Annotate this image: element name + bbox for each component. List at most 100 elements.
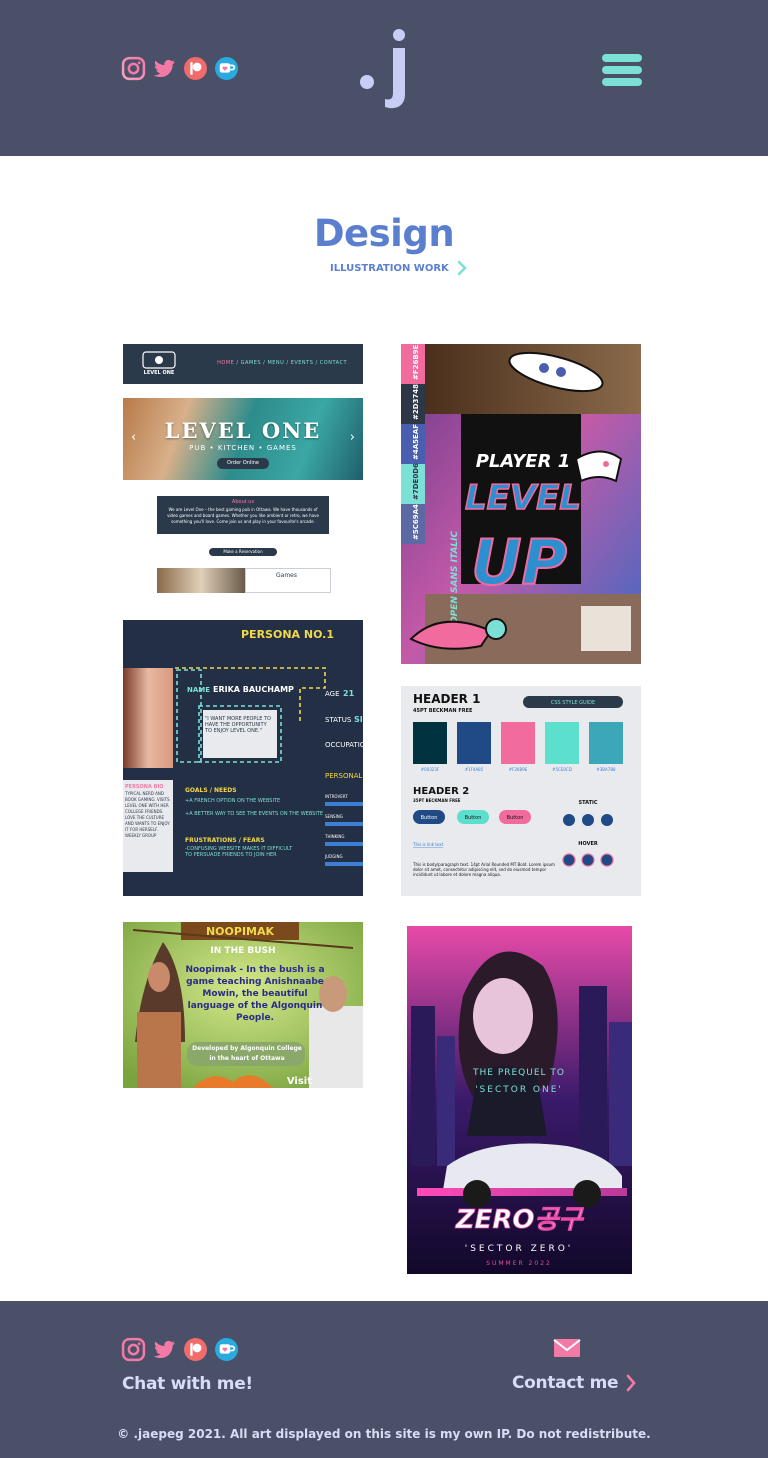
- body-text: This is body/paragraph text. 14pt Arial …: [413, 862, 555, 877]
- color-label-4: #5CE0CD: [552, 767, 572, 772]
- footer-social-links: [121, 1337, 239, 1362]
- twitter-icon[interactable]: [152, 56, 177, 81]
- persona-quote: "I WANT MORE PEOPLE TO HAVE THE OPPORTUN…: [205, 716, 271, 734]
- prequel-text: THE PREQUEL TO: [472, 1068, 565, 1078]
- twitter-icon[interactable]: [152, 1337, 177, 1362]
- header1: HEADER 1: [413, 692, 480, 706]
- noopimak-artwork: NOOPIMAK IN THE BUSH Noopimak - In the b…: [123, 922, 363, 1088]
- goals-title: GOALS / NEEDS: [185, 787, 237, 794]
- zero-artwork: THE PREQUEL TO 'SECTOR ONE' ZERO공구 'SECT…: [407, 926, 632, 1274]
- instagram-icon[interactable]: [121, 56, 146, 81]
- noopimak-dev: Developed by Algonquin College in the he…: [192, 1045, 302, 1062]
- persona-header: PERSONA NO.1: [241, 628, 334, 641]
- color-label-3: #F26B9E: [509, 767, 528, 772]
- chevron-right-icon: [457, 260, 467, 276]
- order-online-button: Order Online: [217, 458, 269, 469]
- swatch-label-3: #4A5EAF: [412, 424, 420, 460]
- brand-text: LEVEL ONE: [144, 370, 175, 376]
- header2-sub: 35PT BECKMAN FREE: [413, 798, 461, 803]
- copyright-text: © .jaepeg 2021. All art displayed on thi…: [117, 1427, 651, 1441]
- level-up-artwork: #F26B9E #2D3748 #4A5EAF #7DE0D6 #5C69A4 …: [401, 344, 641, 664]
- age-value: 21: [343, 689, 355, 698]
- mock-hero: ‹ › LEVEL ONE PUB • KITCHEN • GAMES Orde…: [123, 398, 363, 480]
- hero-subtitle: PUB • KITCHEN • GAMES: [189, 444, 297, 452]
- zero-title: ZERO공구: [455, 1205, 585, 1235]
- button-sample-3: Button: [507, 815, 524, 821]
- tile-level-one-website[interactable]: LEVEL ONE HOME / GAMES / MENU / EVENTS /…: [123, 344, 363, 593]
- noopimak-banner-sub: IN THE BUSH: [210, 946, 275, 956]
- occupation-label: OCCUPATION: [325, 741, 363, 749]
- color-label-5: #3BA7B8: [596, 767, 616, 772]
- age-label: AGE: [325, 690, 340, 698]
- games-label: Games: [276, 572, 297, 579]
- games-image: [157, 568, 245, 593]
- link-text: This is link text: [412, 842, 444, 847]
- level-one-logo: LEVEL ONE: [142, 351, 176, 376]
- zero-date: SUMMER 2022: [486, 1260, 552, 1267]
- header2: HEADER 2: [413, 786, 469, 797]
- contact-me-link[interactable]: Contact me: [512, 1373, 636, 1393]
- about-title: About us: [231, 499, 255, 505]
- trait-2: SENSING: [325, 814, 343, 819]
- level-text: LEVEL: [465, 478, 581, 518]
- tile-level-up-poster[interactable]: #F26B9E #2D3748 #4A5EAF #7DE0D6 #5C69A4 …: [401, 344, 641, 664]
- subtitle-label: ILLUSTRATION WORK: [330, 262, 449, 274]
- reservation-button: Make a Reservation: [209, 548, 277, 556]
- trait-3: THINKING: [324, 834, 345, 839]
- site-logo[interactable]: [356, 26, 416, 114]
- tile-noopimak-game[interactable]: NOOPIMAK IN THE BUSH Noopimak - In the b…: [123, 922, 363, 1088]
- nav-contact: CONTACT: [319, 360, 347, 366]
- nav-events: EVENTS: [290, 360, 314, 366]
- nav-home: HOME: [217, 360, 235, 366]
- color-label-1: #00323F: [421, 767, 440, 772]
- about-text: We are Level One – the best gaming pub i…: [167, 507, 319, 524]
- nav-menu: MENU: [267, 360, 285, 366]
- tile-css-style-guide[interactable]: HEADER 1 45PT BECKMAN FREE CSS STYLE GUI…: [401, 686, 641, 896]
- bio-title: PERSONA BIO: [125, 784, 164, 790]
- up-text: UP: [471, 526, 567, 599]
- frustrations-title: FRUSTRATIONS / FEARS: [185, 837, 265, 844]
- frustration-1: -CONFUSING WEBSITE MAKES IT DIFFICULT TO…: [185, 846, 293, 858]
- goal-1: +A FRENCH OPTION ON THE WEBSITE: [185, 798, 280, 804]
- button-sample-1: Button: [421, 815, 438, 821]
- mail-icon[interactable]: [553, 1338, 581, 1358]
- trait-4: JUDGING: [324, 854, 343, 859]
- status-label: STATUS: [325, 716, 352, 724]
- chevron-right-icon: [626, 1374, 636, 1392]
- swatch-label-2: #2D3748: [412, 384, 420, 420]
- patreon-icon[interactable]: [183, 1337, 208, 1362]
- goal-2: +A BETTER WAY TO SEE THE EVENTS ON THE W…: [185, 811, 323, 817]
- status-value: SI: [354, 715, 363, 724]
- instagram-icon[interactable]: [121, 1337, 146, 1362]
- name-label: NAME: [187, 686, 210, 694]
- social-links: [121, 56, 239, 81]
- tile-persona-card[interactable]: PERSONA NO.1 NAME ERIKA BAUCHAMP AGE 21 …: [123, 620, 363, 896]
- swatch-label-4: #7DE0D6: [412, 463, 420, 500]
- swatch-label-1: #F26B9E: [412, 344, 420, 380]
- hamburger-menu-icon[interactable]: [602, 54, 642, 86]
- contact-me-label: Contact me: [512, 1373, 619, 1393]
- ko-fi-icon[interactable]: [214, 56, 239, 81]
- tile-zero-poster[interactable]: THE PREQUEL TO 'SECTOR ONE' ZERO공구 'SECT…: [407, 926, 632, 1274]
- site-header: [0, 0, 768, 156]
- mock-nav-links: HOME / GAMES / MENU / EVENTS / CONTACT: [217, 360, 347, 366]
- player-text: PLAYER 1: [476, 451, 571, 472]
- site-footer: Chat with me! Contact me © .jaepeg 2021.…: [0, 1301, 768, 1458]
- header1-sub: 45PT BECKMAN FREE: [413, 708, 473, 714]
- mock-about: About us We are Level One – the best gam…: [157, 496, 329, 534]
- personality-label: PERSONALI: [325, 772, 363, 780]
- ko-fi-icon[interactable]: [214, 1337, 239, 1362]
- bio-text: TYPICAL NERD AND BOOK GAMING. VISITS LEV…: [125, 791, 170, 838]
- person-name: ERIKA BAUCHAMP: [213, 685, 294, 694]
- prequel-title: 'SECTOR ONE': [475, 1085, 563, 1095]
- noopimak-text: Noopimak - In the bush is a game teachin…: [185, 965, 325, 1023]
- swatch-label-5: #5C69A4: [412, 504, 420, 540]
- zero-subtitle: 'SECTOR ZERO': [465, 1244, 574, 1254]
- illustration-work-link[interactable]: ILLUSTRATION WORK: [330, 260, 467, 276]
- guide-label: CSS STYLE GUIDE: [551, 700, 595, 706]
- trait-1: INTROVERT: [325, 794, 348, 799]
- persona-artwork: PERSONA NO.1 NAME ERIKA BAUCHAMP AGE 21 …: [123, 628, 363, 872]
- hover-label: HOVER: [578, 841, 598, 847]
- hero-title: LEVEL ONE: [164, 418, 322, 443]
- patreon-icon[interactable]: [183, 56, 208, 81]
